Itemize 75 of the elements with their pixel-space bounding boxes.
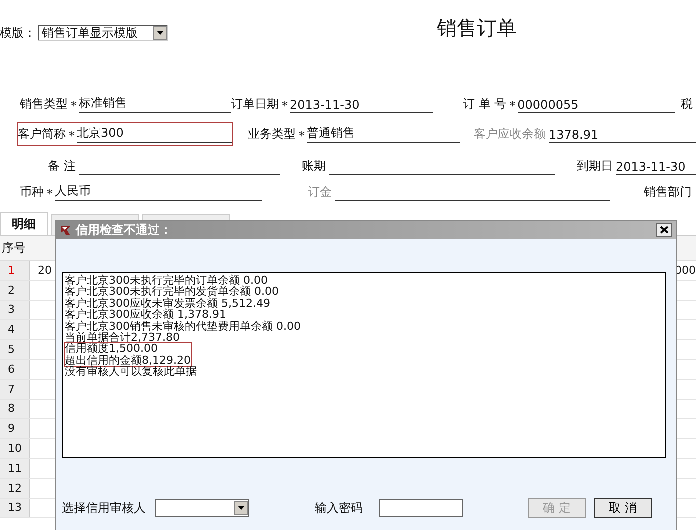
close-button[interactable] bbox=[656, 223, 672, 237]
required-mark: * bbox=[510, 99, 516, 113]
field-label: 销售部门 bbox=[644, 184, 692, 201]
tab[interactable]: 明细 bbox=[0, 212, 48, 235]
required-mark: * bbox=[299, 129, 305, 143]
required-mark: * bbox=[71, 99, 77, 113]
row-number[interactable]: 6 bbox=[0, 360, 30, 379]
approver-label: 选择信用审核人 bbox=[62, 500, 146, 516]
app-icon bbox=[60, 224, 72, 236]
field-value: 00000055 bbox=[518, 98, 675, 113]
field-value: 2013-11-30 bbox=[616, 160, 696, 175]
row-number[interactable]: 1 bbox=[0, 261, 30, 280]
password-label: 输入密码 bbox=[315, 500, 363, 516]
table-cell-text: 20 bbox=[37, 264, 52, 277]
field-label: 订 单 号 bbox=[463, 96, 507, 113]
row-number[interactable]: 10 bbox=[0, 439, 30, 458]
row-number[interactable]: 2 bbox=[0, 280, 30, 300]
form-field[interactable]: 备 注 bbox=[48, 155, 280, 177]
message-line: 客户北京300应收未审发票余额 5,512.49 bbox=[65, 298, 272, 310]
field-value: 1378.91 bbox=[549, 128, 696, 143]
message-line: 客户北京300应收余额 1,378.91 bbox=[65, 309, 226, 321]
approver-dropdown[interactable] bbox=[155, 499, 249, 517]
field-label: 到期日 bbox=[577, 158, 613, 175]
form-field[interactable]: 到期日 2013-11-30 bbox=[577, 155, 696, 177]
form-field[interactable]: 税 bbox=[681, 93, 696, 115]
field-label: 币种 bbox=[20, 184, 44, 201]
row-number[interactable]: 3 bbox=[0, 300, 30, 320]
message-line: 当前单据合计2,737.80 bbox=[65, 332, 180, 344]
dialog-title: 信用检查不通过： bbox=[76, 222, 172, 238]
cancel-button[interactable]: 取 消 bbox=[594, 498, 652, 518]
message-line: 客户北京300未执行完毕的订单余额 0.00 bbox=[65, 275, 268, 286]
row-number[interactable]: 13 bbox=[0, 498, 30, 518]
required-mark: * bbox=[282, 99, 288, 113]
form-field[interactable]: 订 单 号 * 00000055 bbox=[463, 93, 675, 115]
form-field[interactable]: 销售类型 * 标准销售 bbox=[20, 93, 231, 115]
field-label: 订金 bbox=[308, 184, 332, 201]
form-field[interactable]: 业务类型 * 普通销售 bbox=[248, 123, 460, 145]
row-number[interactable]: 11 bbox=[0, 458, 30, 478]
form-field[interactable]: 订单日期 * 2013-11-30 bbox=[230, 93, 434, 115]
field-label: 业务类型 bbox=[248, 126, 296, 143]
field-value: 2013-11-30 bbox=[290, 98, 434, 113]
field-value: 标准销售 bbox=[79, 95, 231, 113]
message-line: 信用额度1,500.00 bbox=[65, 343, 159, 355]
row-number[interactable]: 7 bbox=[0, 380, 30, 399]
template-label: 模版： bbox=[0, 24, 36, 42]
window-title: 销售订单 bbox=[437, 14, 517, 42]
field-value: 北京300 bbox=[77, 125, 232, 143]
message-line: 没有审核人可以复核此单据 bbox=[65, 366, 198, 378]
field-value: 普通销售 bbox=[307, 125, 460, 143]
template-dropdown[interactable]: 销售订单显示模版 bbox=[38, 25, 168, 41]
field-label: 订单日期 bbox=[230, 96, 279, 113]
form-field[interactable]: 账期 bbox=[302, 155, 555, 177]
field-label: 账期 bbox=[302, 158, 326, 175]
row-number[interactable]: 4 bbox=[0, 320, 30, 340]
required-mark: * bbox=[47, 187, 53, 201]
field-label: 客户应收余额 bbox=[474, 126, 546, 143]
password-field[interactable] bbox=[379, 499, 463, 517]
field-label: 备 注 bbox=[48, 158, 76, 175]
message-line: 客户北京300未执行完毕的发货单余额 0.00 bbox=[65, 286, 280, 298]
required-mark: * bbox=[69, 129, 75, 143]
grid-header: 序号 bbox=[1, 240, 26, 256]
form-field[interactable]: 币种 * 人民币 bbox=[20, 181, 262, 203]
row-number[interactable]: 8 bbox=[0, 400, 30, 418]
row-number[interactable]: 5 bbox=[0, 340, 30, 359]
message-line: 超出信用的金额8,129.20 bbox=[65, 354, 191, 366]
close-icon bbox=[660, 226, 668, 234]
message-line: 客户北京300销售未审核的代垫费用单余额 0.00 bbox=[65, 320, 302, 332]
field-value: 人民币 bbox=[55, 183, 262, 201]
form-field[interactable]: 销售部门 bbox=[644, 181, 696, 203]
row-number[interactable]: 12 bbox=[0, 478, 30, 498]
field-label: 税 bbox=[681, 96, 693, 113]
field-label: 客户简称 bbox=[18, 126, 66, 143]
field-label: 销售类型 bbox=[20, 96, 68, 113]
row-number[interactable]: 9 bbox=[0, 419, 30, 438]
highlighted-field[interactable]: 客户简称 * 北京300 bbox=[18, 123, 232, 145]
